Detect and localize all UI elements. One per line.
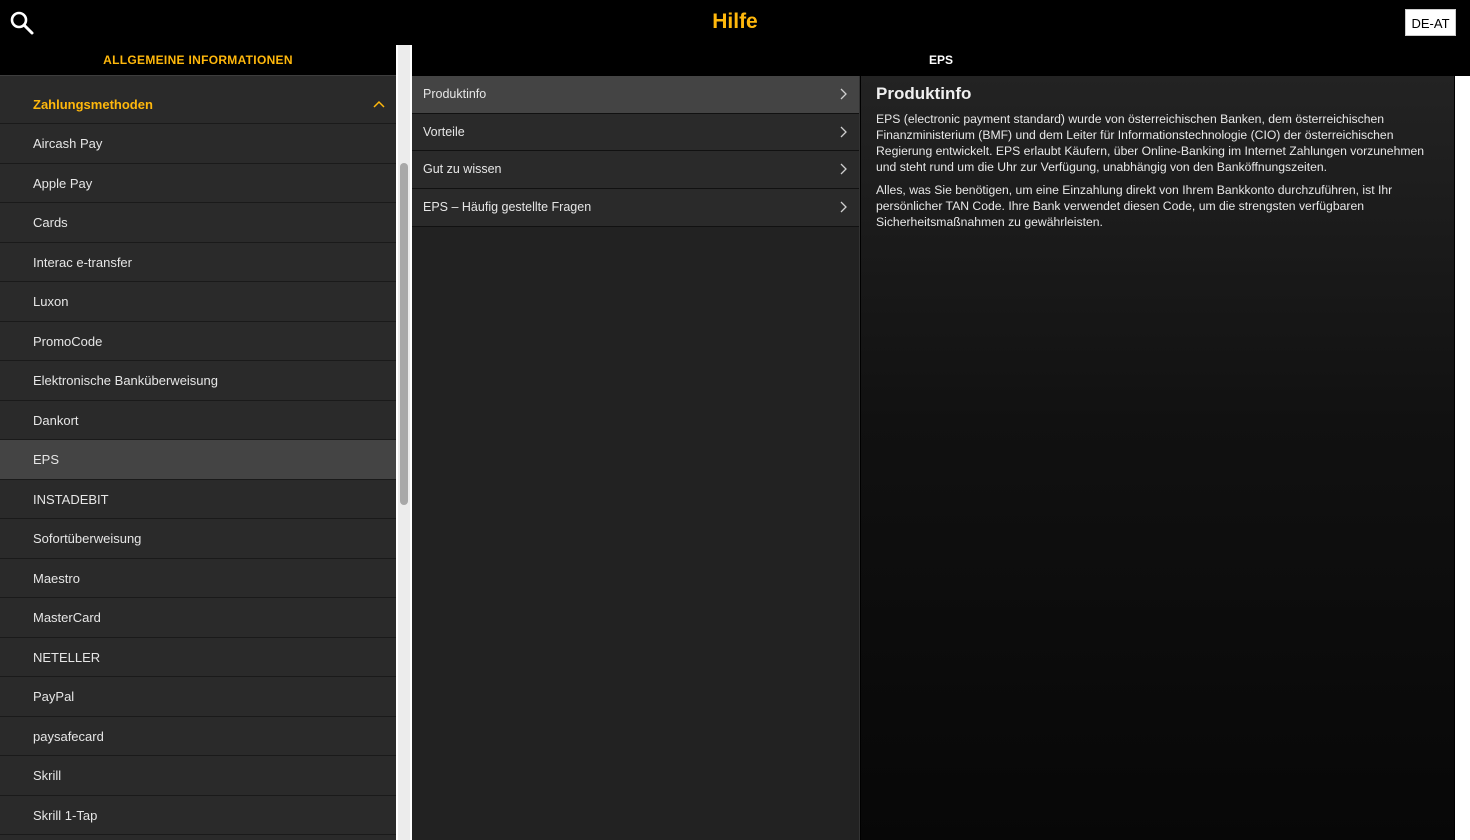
- sidebar-item-luxon[interactable]: Luxon: [0, 282, 396, 322]
- topic-label: Gut zu wissen: [423, 162, 502, 177]
- sidebar-item-maestro[interactable]: Maestro: [0, 559, 396, 598]
- article-title: Produktinfo: [876, 84, 972, 103]
- topic-item-produktinfo[interactable]: Produktinfo: [412, 76, 859, 114]
- language-selector[interactable]: DE-AT: [1405, 9, 1456, 36]
- accordion-label: Zahlungsmethoden: [33, 97, 153, 112]
- topic-item-gut-zu-wissen[interactable]: Gut zu wissen: [412, 151, 859, 190]
- sidebar-item-mastercard[interactable]: MasterCard: [0, 598, 396, 638]
- sidebar-item-cards[interactable]: Cards: [0, 203, 396, 243]
- accordion-payment-methods[interactable]: Zahlungsmethoden: [0, 85, 396, 124]
- sidebar-item-skrill[interactable]: Skrill: [0, 756, 396, 796]
- chevron-right-icon: [840, 126, 847, 138]
- topic-label: Produktinfo: [423, 87, 487, 101]
- sidebar-heading[interactable]: ALLGEMEINE INFORMATIONEN: [0, 45, 396, 76]
- page-title: Hilfe: [712, 10, 758, 33]
- chevron-right-icon: [840, 201, 847, 213]
- article-paragraph: EPS (electronic payment standard) wurde …: [876, 112, 1425, 174]
- article-panel: Produktinfo EPS (electronic payment stan…: [861, 76, 1454, 840]
- sidebar-item-neteller[interactable]: NETELLER: [0, 638, 396, 677]
- sidebar-item-sofortueberweisung[interactable]: Sofortüberweisung: [0, 519, 396, 559]
- sidebar-item-apple-pay[interactable]: Apple Pay: [0, 164, 396, 203]
- sidebar-spacer: [0, 76, 396, 85]
- sidebar-item-dankort[interactable]: Dankort: [0, 401, 396, 440]
- topic-list: Produktinfo Vorteile Gut zu wissen EPS –…: [412, 76, 860, 840]
- sidebar-scrollbar-thumb[interactable]: [400, 163, 408, 505]
- sidebar-item-skrill-1-tap[interactable]: Skrill 1-Tap: [0, 796, 396, 835]
- section-title: EPS: [412, 45, 1470, 76]
- topic-item-eps-faq[interactable]: EPS – Häufig gestellte Fragen: [412, 189, 859, 227]
- chevron-right-icon: [840, 88, 847, 100]
- topic-label: EPS – Häufig gestellte Fragen: [423, 200, 592, 215]
- sidebar-item-aircash-pay[interactable]: Aircash Pay: [0, 124, 396, 164]
- sidebar-item-eps[interactable]: EPS: [0, 440, 396, 480]
- sidebar-item-paypal[interactable]: PayPal: [0, 677, 396, 717]
- sidebar-item-promocode[interactable]: PromoCode: [0, 322, 396, 361]
- article-paragraph: Alles, was Sie benötigen, um eine Einzah…: [876, 183, 1393, 229]
- sidebar-item-paysafecard[interactable]: paysafecard: [0, 717, 396, 756]
- topic-item-vorteile[interactable]: Vorteile: [412, 113, 859, 152]
- chevron-right-icon: [840, 163, 847, 175]
- topic-label: Vorteile: [423, 124, 465, 139]
- sidebar-item-instadebit[interactable]: INSTADEBIT: [0, 480, 396, 519]
- top-bar: Hilfe DE-AT: [0, 0, 1470, 45]
- sidebar: ALLGEMEINE INFORMATIONEN Zahlungsmethode…: [0, 45, 396, 840]
- chevron-up-icon: [373, 100, 385, 108]
- sidebar-item-elektronische-bankueberweisung[interactable]: Elektronische Banküberweisung: [0, 361, 396, 401]
- payment-method-list: Aircash Pay Apple Pay Cards Interac e-tr…: [0, 124, 396, 835]
- content-scrollbar[interactable]: [1455, 76, 1470, 840]
- sidebar-item-interac-e-transfer[interactable]: Interac e-transfer: [0, 243, 396, 282]
